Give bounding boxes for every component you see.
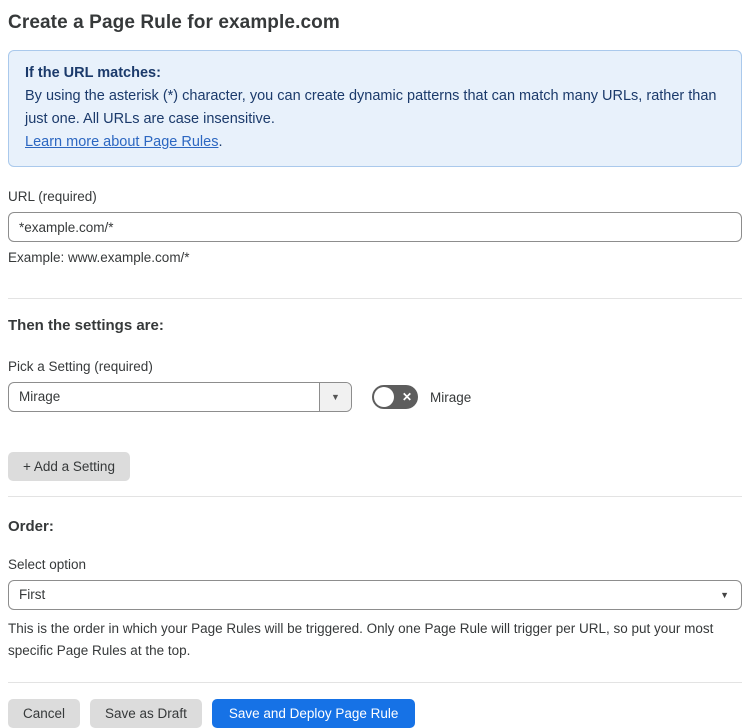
add-setting-button[interactable]: + Add a Setting — [8, 452, 130, 481]
setting-select-value: Mirage — [19, 389, 61, 404]
url-example-helper: Example: www.example.com/* — [8, 250, 190, 265]
order-helper-text: This is the order in which your Page Rul… — [8, 621, 714, 658]
page-rule-form: Create a Page Rule for example.com If th… — [0, 12, 750, 728]
link-suffix: . — [218, 134, 223, 150]
footer-actions: Cancel Save as Draft Save and Deploy Pag… — [8, 699, 742, 728]
save-deploy-button[interactable]: Save and Deploy Page Rule — [211, 699, 416, 728]
info-box-heading: If the URL matches: — [25, 65, 161, 81]
toggle-knob — [374, 387, 394, 407]
info-box-link-line: Learn more about Page Rules. — [25, 131, 725, 154]
setting-row: Mirage ▼ ✕ Mirage — [8, 382, 742, 412]
info-box-body: By using the asterisk (*) character, you… — [25, 88, 717, 127]
section-divider — [8, 682, 742, 683]
toggle-setting-label: Mirage — [430, 389, 472, 405]
cancel-button[interactable]: Cancel — [8, 699, 81, 728]
mirage-toggle[interactable]: ✕ — [372, 385, 418, 409]
section-divider — [8, 298, 742, 299]
caret-down-icon: ▼ — [331, 392, 340, 402]
pick-setting-label: Pick a Setting (required) — [8, 359, 153, 374]
order-select[interactable]: First ▼ — [8, 580, 742, 610]
order-select-value: First — [19, 587, 46, 602]
url-match-info-box: If the URL matches: By using the asteris… — [8, 50, 742, 167]
order-select-label: Select option — [8, 557, 87, 572]
save-draft-button[interactable]: Save as Draft — [90, 699, 202, 728]
settings-section-heading: Then the settings are: — [8, 317, 164, 334]
page-title: Create a Page Rule for example.com — [8, 12, 340, 33]
toggle-off-x-icon: ✕ — [401, 390, 412, 404]
learn-more-link[interactable]: Learn more about Page Rules — [25, 134, 218, 150]
setting-select-caret-button[interactable]: ▼ — [319, 383, 351, 411]
url-input[interactable] — [8, 212, 742, 242]
caret-down-icon: ▼ — [720, 590, 729, 600]
order-section-heading: Order: — [8, 518, 54, 535]
url-field-label: URL (required) — [8, 189, 97, 204]
section-divider — [8, 496, 742, 497]
setting-select[interactable]: Mirage ▼ — [8, 382, 352, 412]
